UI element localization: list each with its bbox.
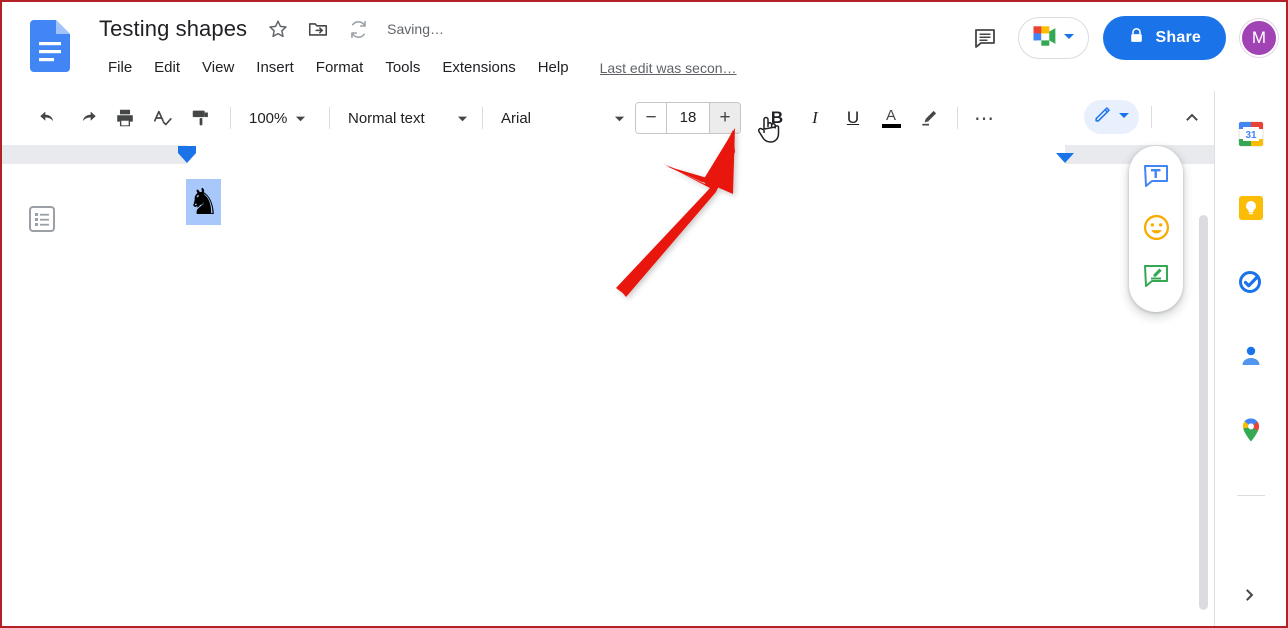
google-maps-icon[interactable] — [1234, 413, 1268, 447]
formatting-toolbar: 100% Normal text Arial − 18 + B I U A ⋯ — [2, 91, 1214, 145]
chevron-down-icon — [614, 113, 625, 124]
menu-item-tools[interactable]: Tools — [374, 56, 431, 79]
side-app-rail: 31 — [1214, 91, 1286, 626]
floating-comment-toolbar — [1129, 146, 1183, 312]
google-contacts-icon[interactable] — [1234, 339, 1268, 373]
app-header: Testing shapes Saving… File Edit View In… — [2, 2, 1286, 91]
font-size-stepper: − 18 + — [635, 102, 741, 134]
undo-icon[interactable] — [32, 101, 66, 135]
text-color-label: A — [885, 107, 896, 124]
font-size-input[interactable]: 18 — [666, 103, 710, 133]
google-meet-icon — [1030, 24, 1058, 53]
add-comment-icon[interactable] — [1139, 160, 1173, 194]
star-outline-icon[interactable] — [265, 16, 291, 42]
google-docs-window: Testing shapes Saving… File Edit View In… — [0, 0, 1288, 628]
avatar[interactable]: M — [1240, 19, 1278, 57]
italic-button[interactable]: I — [797, 101, 833, 135]
text-color-button[interactable]: A — [873, 101, 909, 135]
svg-text:31: 31 — [1245, 130, 1257, 141]
menu-item-view[interactable]: View — [191, 56, 245, 79]
menu-item-file[interactable]: File — [97, 56, 143, 79]
comment-history-icon[interactable] — [966, 19, 1004, 57]
page-title[interactable]: Testing shapes — [95, 14, 251, 44]
share-button-label: Share — [1155, 29, 1201, 46]
emoji-reaction-icon[interactable] — [1139, 210, 1173, 244]
zoom-level-dropdown[interactable]: 100% — [239, 102, 321, 134]
font-family-dropdown[interactable]: Arial — [491, 102, 631, 134]
share-button[interactable]: Share — [1102, 16, 1226, 60]
edit-pencil-icon — [1093, 105, 1112, 129]
decrease-font-size-button[interactable]: − — [636, 103, 666, 133]
lock-icon — [1128, 27, 1145, 49]
menu-bar: File Edit View Insert Format Tools Exten… — [97, 56, 737, 79]
google-calendar-icon[interactable]: 31 — [1234, 117, 1268, 151]
toolbar-divider — [230, 107, 231, 129]
chess-knight-glyph[interactable]: ♞ — [186, 179, 221, 225]
document-outline-icon[interactable] — [27, 204, 57, 234]
move-to-folder-icon[interactable] — [305, 16, 331, 42]
ruler-page-area — [187, 145, 1065, 164]
bold-button[interactable]: B — [759, 101, 795, 135]
redo-icon[interactable] — [70, 101, 104, 135]
chevron-down-icon — [1063, 29, 1075, 47]
increase-font-size-button[interactable]: + — [710, 103, 740, 133]
google-meet-button[interactable] — [1017, 17, 1089, 59]
toolbar-right-controls — [1084, 100, 1210, 134]
chevron-down-icon — [295, 113, 306, 124]
collapse-toolbar-button[interactable] — [1174, 100, 1210, 134]
font-family-value: Arial — [501, 109, 532, 127]
paint-format-icon[interactable] — [184, 101, 218, 135]
right-indent-marker[interactable] — [1056, 153, 1074, 163]
paragraph-style-value: Normal text — [348, 109, 425, 127]
google-keep-icon[interactable] — [1234, 191, 1268, 225]
left-indent-marker[interactable] — [178, 153, 196, 163]
sync-icon — [345, 16, 371, 42]
expand-rail-button[interactable] — [1233, 578, 1267, 612]
menu-item-edit[interactable]: Edit — [143, 56, 191, 79]
zoom-level-value: 100% — [249, 109, 288, 127]
highlight-pen-icon[interactable] — [911, 101, 947, 135]
header-actions: Share M — [966, 16, 1278, 60]
paragraph-style-dropdown[interactable]: Normal text — [338, 102, 474, 134]
docs-logo-icon[interactable] — [30, 20, 70, 72]
rail-divider — [1236, 495, 1265, 496]
menu-item-help[interactable]: Help — [527, 56, 580, 79]
google-tasks-icon[interactable] — [1234, 265, 1268, 299]
editing-mode-button[interactable] — [1084, 100, 1139, 134]
document-canvas[interactable]: ♞ — [2, 164, 1214, 626]
chevron-down-icon — [1118, 108, 1130, 126]
toolbar-divider — [482, 107, 483, 129]
first-line-indent-marker[interactable] — [178, 146, 196, 153]
menu-item-extensions[interactable]: Extensions — [431, 56, 526, 79]
menu-item-format[interactable]: Format — [305, 56, 375, 79]
document-scrollbar-thumb[interactable] — [1199, 215, 1208, 610]
last-edit-link[interactable]: Last edit was secon… — [600, 60, 737, 76]
menu-item-insert[interactable]: Insert — [245, 56, 305, 79]
underline-button[interactable]: U — [835, 101, 871, 135]
text-color-swatch — [881, 124, 901, 128]
save-status: Saving… — [387, 21, 444, 37]
more-options-button[interactable]: ⋯ — [966, 101, 1002, 135]
toolbar-divider — [329, 107, 330, 129]
suggest-edit-icon[interactable] — [1139, 260, 1173, 294]
document-title-row: Testing shapes Saving… — [95, 14, 444, 44]
toolbar-divider — [957, 107, 958, 129]
print-icon[interactable] — [108, 101, 142, 135]
toolbar-divider — [1151, 106, 1152, 128]
spellcheck-icon[interactable] — [146, 101, 180, 135]
chevron-down-icon — [457, 113, 468, 124]
horizontal-ruler[interactable] — [2, 145, 1214, 164]
